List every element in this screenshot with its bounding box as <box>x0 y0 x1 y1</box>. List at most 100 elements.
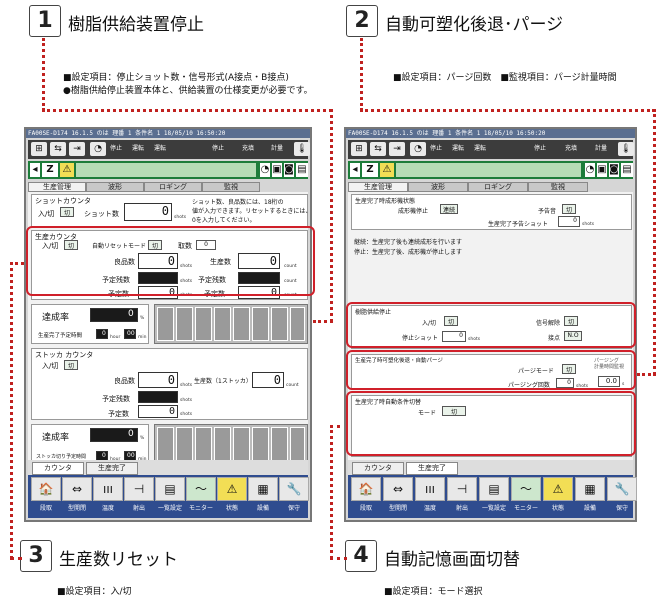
mold-open-icon[interactable]: ⇔ <box>383 477 413 501</box>
stock-prod-label: 生産数（1ストッカ） <box>194 378 252 385</box>
list-setting-icon[interactable]: ▤ <box>155 477 185 501</box>
tab-monitor[interactable]: 監視 <box>202 182 260 192</box>
note-3: ■設定項目：入/切 <box>57 587 132 597</box>
rate2-unit: % <box>140 436 145 441</box>
clock-icon[interactable]: ◔ <box>410 142 426 156</box>
tab-logging[interactable]: ロギング <box>144 182 202 192</box>
nav-label: 射出 <box>455 505 468 512</box>
timer-icon[interactable]: ◔ <box>585 163 595 177</box>
nav-label: 保守 <box>615 505 628 512</box>
tab-production-complete[interactable]: 生産完了 <box>406 462 458 475</box>
rate2-label: 達成率 <box>42 433 70 443</box>
tab-monitor[interactable]: 監視 <box>528 182 588 192</box>
thermometer-icon: 🌡 <box>294 142 310 156</box>
temperature-icon[interactable]: ııı <box>93 477 123 501</box>
tab-counter[interactable]: カウンタ <box>32 462 84 475</box>
bottom-nav: 🏠 ⇔ ııı ⊣ ▤ 〜 ⚠ ▦ 🔧 段取 型開閉 温度 射出 一覧設定 モニ… <box>348 475 637 518</box>
maintenance-icon[interactable]: 🔧 <box>279 477 309 501</box>
section-2-number: 2 <box>346 5 378 37</box>
monitor-icon[interactable]: 〜 <box>511 477 541 501</box>
tab-waveform[interactable]: 波形 <box>86 182 144 192</box>
meter-label: 計量 <box>271 145 284 152</box>
injection-icon[interactable]: ⊣ <box>447 477 477 501</box>
setup-icon[interactable]: 🏠 <box>31 477 61 501</box>
warning-icon[interactable]: ⚠ <box>60 163 74 177</box>
tab-production[interactable]: 生産管理 <box>28 182 86 192</box>
equipment-icon[interactable]: ▦ <box>575 477 605 501</box>
title-bar: FA00SE-D174 16.1.5 のは 理番 1 条件名 1 18/05/1… <box>346 129 635 138</box>
shot-note-3: 0を入力してください。 <box>192 217 256 224</box>
lock-icon[interactable]: ▣ <box>272 163 282 177</box>
stock-prod-value[interactable]: 0 <box>252 372 284 388</box>
run2-label: 運転 <box>474 145 487 152</box>
status-icon[interactable]: ⚠ <box>543 477 573 501</box>
mold-icon[interactable]: ⊞ <box>31 142 47 156</box>
buzzer-label: 予告音 <box>538 208 557 215</box>
achievement-panel: 達成率 0 % 生産完了予定時間 0 hour 00 min <box>31 304 149 344</box>
rate-value: 0 <box>128 309 134 319</box>
temperature-icon[interactable]: ııı <box>415 477 445 501</box>
section-2-title: 自動可塑化後退･パージ <box>385 15 564 35</box>
meter-label: 計量 <box>595 145 608 152</box>
transfer-icon[interactable]: ⇆ <box>50 142 66 156</box>
stock-plan-value[interactable]: 0 <box>138 405 178 418</box>
main-tabs: 生産管理 波形 ロギング 監視 <box>348 182 633 192</box>
connector-4 <box>330 557 347 560</box>
stock-remain-value <box>138 391 178 403</box>
tab-logging[interactable]: ロギング <box>468 182 528 192</box>
transfer-icon[interactable]: ⇆ <box>370 142 386 156</box>
z-logo: Z <box>42 163 58 177</box>
machine-stop-button[interactable]: 連続 <box>440 204 458 214</box>
stock-onoff-button[interactable]: 切 <box>64 360 78 370</box>
timer-icon[interactable]: ◔ <box>260 163 270 177</box>
tab-waveform[interactable]: 波形 <box>408 182 468 192</box>
back-icon[interactable]: ◂ <box>350 163 360 177</box>
connector-1 <box>42 38 45 111</box>
note-1a: ■設定項目：停止ショット数・信号形式(A接点・B接点) <box>63 73 289 83</box>
achievement-chart <box>154 304 308 344</box>
status-field <box>76 163 256 177</box>
buzzer-button[interactable]: 切 <box>562 204 576 214</box>
eject-icon[interactable]: ⇥ <box>389 142 405 156</box>
camera-icon[interactable]: ◙ <box>609 163 619 177</box>
equipment-icon[interactable]: ▦ <box>248 477 278 501</box>
connector-1 <box>313 320 333 323</box>
lock-icon[interactable]: ▣ <box>597 163 607 177</box>
back-icon[interactable]: ◂ <box>30 163 40 177</box>
bottom-tabs: カウンタ 生産完了 <box>28 460 308 475</box>
section-1-title: 樹脂供給装置停止 <box>68 15 204 35</box>
fill-label: 充填 <box>565 145 578 152</box>
bottom-tabs: カウンタ 生産完了 <box>348 460 633 475</box>
camera-icon[interactable]: ◙ <box>284 163 294 177</box>
notice-shot-input[interactable]: 0 <box>558 216 580 227</box>
clock-icon[interactable]: ◔ <box>90 142 106 156</box>
stocker-time-label: ストッカ切り予定時間 <box>36 454 87 460</box>
tab-production-complete[interactable]: 生産完了 <box>86 462 138 475</box>
shot-onoff-button[interactable]: 切 <box>60 207 74 217</box>
tab-counter[interactable]: カウンタ <box>352 462 404 475</box>
setup-icon[interactable]: 🏠 <box>351 477 381 501</box>
icon-bar: ⊞ ⇆ ⇥ ◔ 停止 運転 運転 停止 充填 計量 🌡 <box>348 140 634 159</box>
stocker-counter-panel: ストッカ カウンタ 入/切 切 良品数 0 shots 生産数（1ストッカ） 0… <box>31 348 308 420</box>
rate2-value: 0 <box>128 429 134 439</box>
warning-icon[interactable]: ⚠ <box>380 163 394 177</box>
connector-1 <box>42 109 332 112</box>
stock-good-value[interactable]: 0 <box>138 372 178 388</box>
injection-icon[interactable]: ⊣ <box>124 477 154 501</box>
left-screen: FA00SE-D174 16.1.5 のは 理番 1 条件名 1 18/05/1… <box>24 127 312 522</box>
mold-open-icon[interactable]: ⇔ <box>62 477 92 501</box>
section-4-number: 4 <box>345 540 377 572</box>
maintenance-icon[interactable]: 🔧 <box>607 477 637 501</box>
save-icon[interactable]: ▤ <box>296 163 308 177</box>
list-setting-icon[interactable]: ▤ <box>479 477 509 501</box>
status-icon[interactable]: ⚠ <box>217 477 247 501</box>
shot-count-input[interactable]: 0 <box>124 203 172 221</box>
nav-label: 状態 <box>551 505 564 512</box>
eject-icon[interactable]: ⇥ <box>69 142 85 156</box>
tab-production[interactable]: 生産管理 <box>348 182 408 192</box>
note-1b: ●樹脂供給停止装置本体と、供給装置の仕様変更が必要です。 <box>63 86 313 96</box>
save-icon[interactable]: ▤ <box>621 163 633 177</box>
section-4-title: 自動記憶画面切替 <box>384 550 520 570</box>
monitor-icon[interactable]: 〜 <box>186 477 216 501</box>
mold-icon[interactable]: ⊞ <box>351 142 367 156</box>
